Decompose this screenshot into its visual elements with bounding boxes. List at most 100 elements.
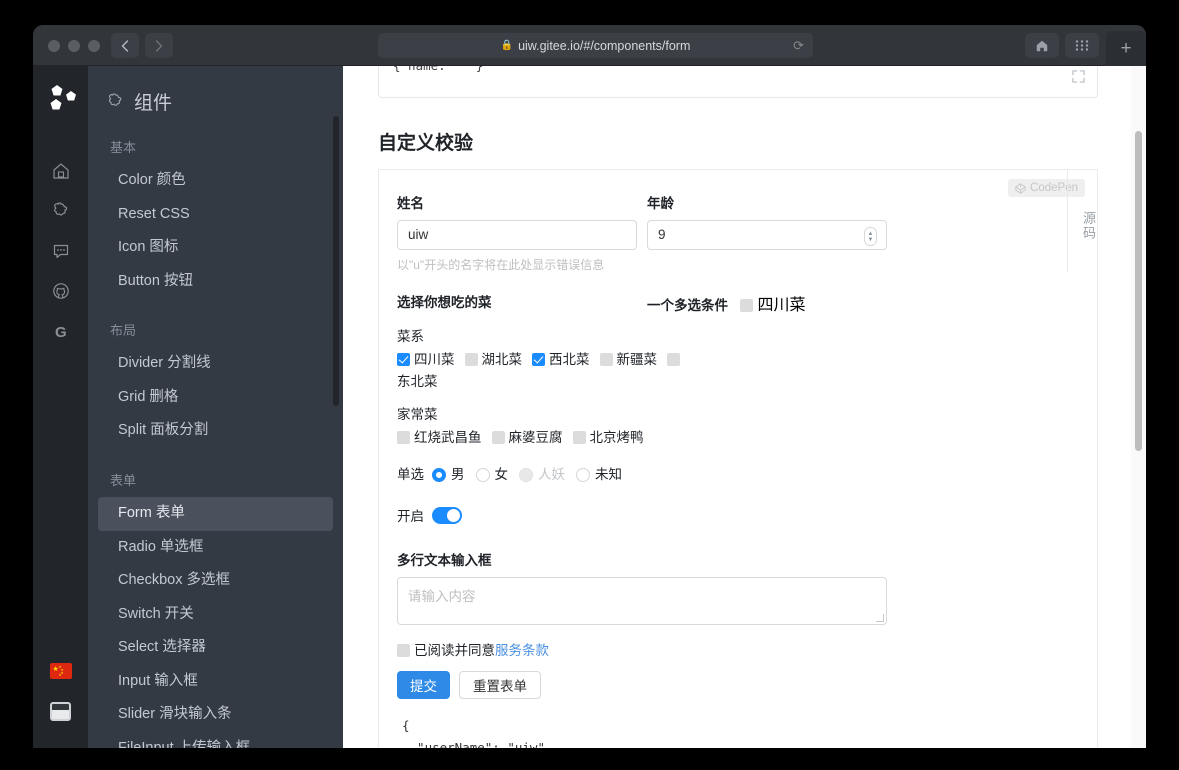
checkbox-label: 麻婆豆腐: [508, 430, 563, 445]
back-button[interactable]: [111, 33, 139, 58]
sidebar-item-slider[interactable]: Slider 滑块输入条: [98, 698, 333, 732]
demo-form: 姓名 uiw 以"u"开头的名字将在此处显示错误信息 年龄 9 ▲ ▼ 选择你想…: [379, 192, 1097, 748]
condition-group: 一个多选条件 四川菜: [647, 291, 947, 315]
sidebar-item-radio[interactable]: Radio 单选框: [98, 531, 333, 565]
checkbox-box: [532, 353, 545, 366]
home-button[interactable]: [1025, 33, 1059, 58]
checkbox-item[interactable]: 新疆菜: [599, 352, 668, 367]
icon-rail: G ★ ★ ★ ★ ★: [33, 66, 88, 748]
agreement-text: 已阅读并同意: [414, 643, 495, 658]
checkbox-label: 湖北菜: [481, 352, 523, 367]
sidebar-group-label: 基本: [110, 140, 137, 155]
age-input[interactable]: 9 ▲ ▼: [647, 220, 887, 250]
apps-grid-button[interactable]: [1065, 33, 1099, 58]
address-bar[interactable]: 🔒 uiw.gitee.io/#/components/form ⟳: [378, 33, 813, 58]
home-icon[interactable]: [33, 151, 88, 191]
radio-option[interactable]: 未知: [576, 463, 633, 483]
forward-button[interactable]: [145, 33, 173, 58]
checkbox-item[interactable]: 北京烤鸭: [572, 430, 654, 445]
radio-dot: [576, 468, 590, 482]
checkbox-label: 东北菜: [397, 374, 438, 389]
checkbox-box: [740, 299, 754, 312]
textarea-input[interactable]: 请输入内容: [397, 577, 887, 625]
checkbox-box: [397, 431, 410, 444]
sidebar-item-reset-css[interactable]: Reset CSS: [98, 198, 333, 232]
radio-option[interactable]: 男: [432, 463, 476, 483]
checkbox-item[interactable]: 麻婆豆腐: [491, 430, 573, 445]
radio-option[interactable]: 女: [475, 463, 520, 483]
chat-icon[interactable]: [33, 231, 88, 271]
lock-icon: 🔒: [500, 40, 514, 51]
sidebar-title: 组件: [88, 66, 343, 115]
checkbox-item[interactable]: 红烧武昌鱼: [397, 430, 492, 445]
sidebar-item-grid[interactable]: Grid 删格: [98, 381, 333, 415]
browser-toolbar-right: [1025, 33, 1099, 58]
browser-titlebar: 🔒 uiw.gitee.io/#/components/form ⟳ +: [33, 25, 1146, 67]
sidebar-item-select[interactable]: Select 选择器: [98, 631, 333, 665]
number-spinner-icon[interactable]: ▲ ▼: [864, 227, 877, 246]
gitee-g-icon[interactable]: G: [33, 311, 88, 351]
sidebar-item-split[interactable]: Split 面板分割: [98, 414, 333, 448]
condition-label: 一个多选条件: [647, 298, 728, 313]
sidebar-scrollbar[interactable]: [333, 116, 339, 406]
close-window-button[interactable]: [48, 40, 60, 52]
sidebar-item-checkbox[interactable]: Checkbox 多选框: [98, 564, 333, 598]
checkbox-item[interactable]: 四川菜: [397, 352, 465, 367]
radio-dot: [475, 468, 490, 482]
textarea-label: 多行文本输入框: [397, 553, 492, 568]
agreement-row: 已阅读并同意服务条款: [397, 639, 1079, 659]
agreement-checkbox[interactable]: [397, 643, 414, 658]
puzzle-icon[interactable]: [33, 191, 88, 231]
checkbox-box: [667, 353, 680, 366]
checkbox-label: 四川菜: [414, 352, 455, 367]
reload-icon[interactable]: ⟳: [793, 38, 804, 53]
radio-option-disabled: 人妖: [519, 463, 576, 483]
new-tab-button[interactable]: +: [1106, 31, 1146, 67]
window-icon[interactable]: [33, 691, 88, 731]
terms-link[interactable]: 服务条款: [495, 643, 549, 658]
source-code-tab[interactable]: 源码: [1067, 170, 1098, 272]
condition-checkbox[interactable]: 四川菜: [740, 297, 815, 314]
dish-group-label: 选择你想吃的菜: [397, 295, 492, 310]
sidebar-item-divider[interactable]: Divider 分割线: [98, 347, 333, 381]
checkbox-label: 西北菜: [549, 352, 590, 367]
form-actions: 提交 重置表单: [397, 671, 1079, 699]
dish-section-0-items: 四川菜 湖北菜 西北菜 新疆菜东北菜: [397, 349, 697, 393]
maximize-window-button[interactable]: [88, 40, 100, 52]
page-content: G ★ ★ ★ ★ ★ 组件 基本 Color 颜色 Reset CSS Ico…: [33, 66, 1146, 748]
sidebar-group-label: 表单: [110, 472, 137, 488]
toggle-switch[interactable]: [432, 506, 462, 524]
age-label: 年龄: [647, 196, 674, 211]
puzzle-icon: [106, 92, 125, 111]
sidebar-title-label: 组件: [134, 93, 173, 114]
expand-icon[interactable]: [1072, 70, 1085, 86]
condition-checkbox-label: 四川菜: [757, 297, 806, 314]
sidebar-item-input[interactable]: Input 输入框: [98, 665, 333, 699]
form-row-name-age: 姓名 uiw 以"u"开头的名字将在此处显示错误信息 年龄 9 ▲ ▼: [397, 192, 1079, 273]
navigation-buttons: [111, 33, 173, 58]
checkbox-box: [599, 353, 613, 366]
submit-button[interactable]: 提交: [397, 671, 450, 699]
sidebar-item-switch[interactable]: Switch 开关: [98, 598, 333, 632]
main-scrollbar-thumb[interactable]: [1135, 131, 1142, 451]
uiw-logo[interactable]: [47, 84, 79, 112]
minimize-window-button[interactable]: [68, 40, 80, 52]
checkbox-item[interactable]: 湖北菜: [464, 352, 533, 367]
github-icon[interactable]: [33, 271, 88, 311]
sidebar-item-icon[interactable]: Icon 图标: [98, 231, 333, 265]
sidebar-item-color[interactable]: Color 颜色: [98, 164, 333, 198]
checkbox-box: [491, 431, 505, 444]
resize-grip-icon[interactable]: [876, 614, 884, 622]
grid-apps-icon: [1075, 40, 1089, 51]
sidebar-item-form[interactable]: Form 表单: [98, 496, 333, 531]
checkbox-box: [572, 431, 586, 444]
page-title: 自定义校验: [378, 133, 474, 154]
sidebar-item-fileinput[interactable]: FileInput 上传输入框: [98, 732, 333, 748]
china-flag-icon[interactable]: ★ ★ ★ ★ ★: [33, 651, 88, 691]
sidebar-item-button[interactable]: Button 按钮: [98, 265, 333, 299]
name-input[interactable]: uiw: [397, 220, 637, 250]
reset-button[interactable]: 重置表单: [459, 671, 541, 699]
home-icon: [1036, 40, 1048, 51]
checkbox-item[interactable]: 西北菜: [532, 352, 600, 367]
radio-label: 人妖: [538, 467, 565, 482]
